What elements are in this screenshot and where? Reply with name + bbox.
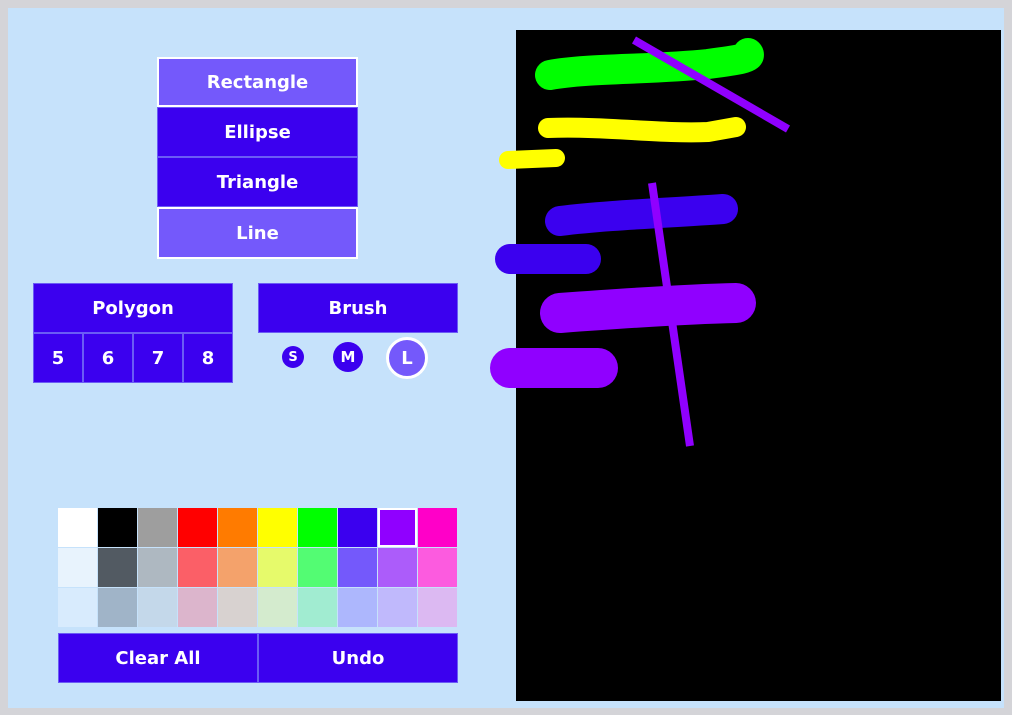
blue-stroke-1 xyxy=(545,194,738,236)
yellow-stroke-1 xyxy=(538,117,746,143)
paint-app: Rectangle Ellipse Triangle Line Polygon … xyxy=(8,8,1004,708)
green-stroke xyxy=(535,38,764,90)
canvas-strokes xyxy=(490,36,791,447)
yellow-stroke-2 xyxy=(499,149,565,169)
purple-stroke-1 xyxy=(540,283,756,333)
